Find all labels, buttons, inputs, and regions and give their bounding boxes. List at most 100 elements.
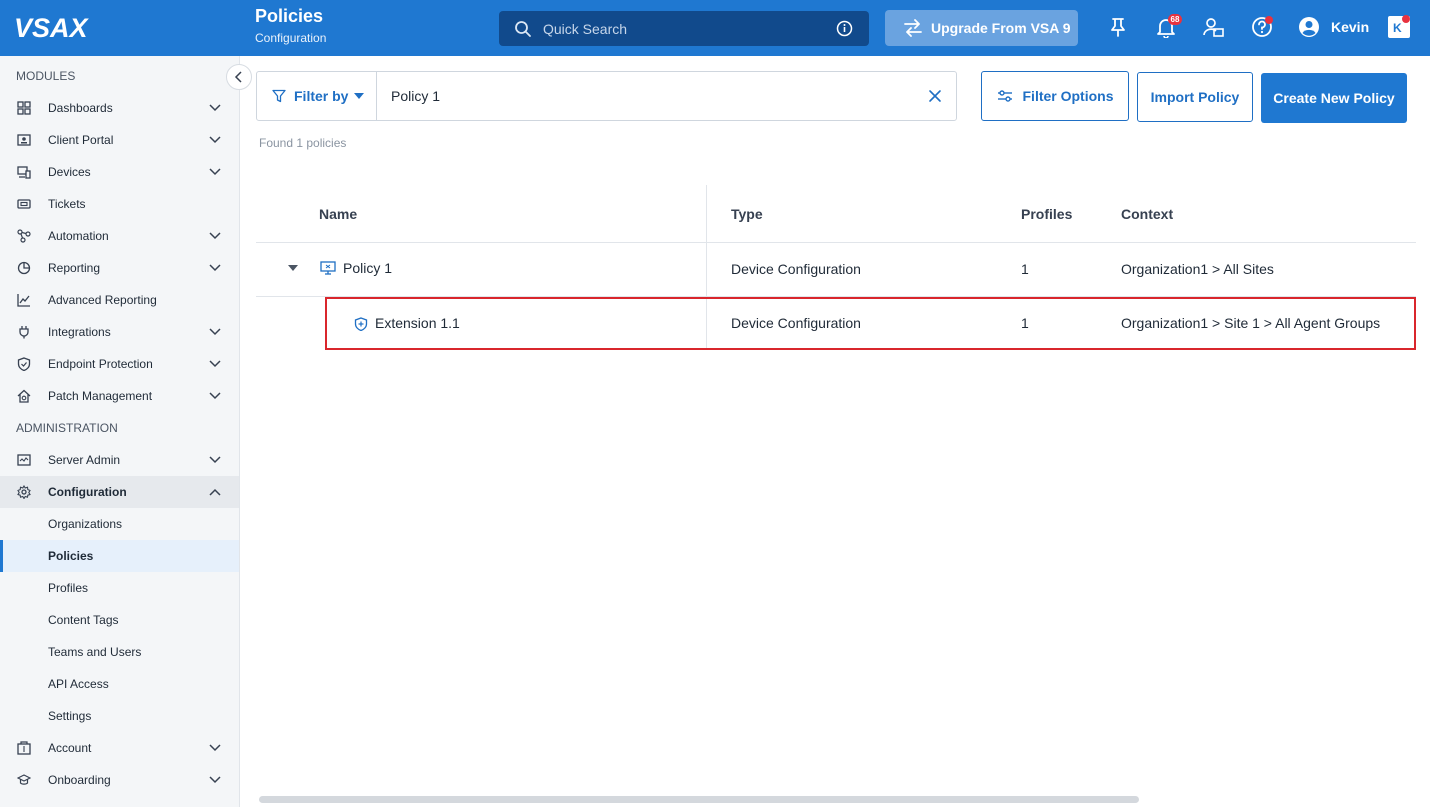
sidebar-item-devices[interactable]: Devices <box>0 156 239 188</box>
chart-icon <box>17 294 30 307</box>
quick-search[interactable] <box>499 11 869 46</box>
chevron-down-icon <box>209 136 221 144</box>
sidebar-item-configuration[interactable]: Configuration <box>0 476 239 508</box>
home-gear-icon <box>17 389 31 403</box>
chevron-down-icon <box>209 232 221 240</box>
upgrade-button[interactable]: Upgrade From VSA 9 <box>885 10 1078 46</box>
sidebar-subitem-teams-and-users[interactable]: Teams and Users <box>0 636 239 668</box>
monitor-icon <box>320 261 336 275</box>
funnel-icon <box>272 89 286 103</box>
page-title: Policies <box>255 6 324 26</box>
create-new-policy-button[interactable]: Create New Policy <box>1261 73 1407 123</box>
top-bar: VSAX Policies Configuration Upgrade From… <box>0 0 1430 56</box>
expand-caret-icon[interactable] <box>288 265 298 271</box>
column-header-type[interactable]: Type <box>731 206 763 222</box>
sidebar-item-tickets[interactable]: Tickets <box>0 188 239 220</box>
filter-options-label: Filter Options <box>1022 88 1114 104</box>
column-header-profiles[interactable]: Profiles <box>1021 206 1072 222</box>
sidebar-item-account[interactable]: Account <box>0 732 239 764</box>
sidebar-subitem-content-tags[interactable]: Content Tags <box>0 604 239 636</box>
sidebar-item-reporting[interactable]: Reporting <box>0 252 239 284</box>
sidebar-subitem-label: Organizations <box>48 517 123 531</box>
sidebar-item-label: Client Portal <box>48 133 114 147</box>
sidebar-collapse-button[interactable] <box>226 64 252 90</box>
user-name[interactable]: Kevin <box>1331 19 1369 35</box>
sidebar-subitem-organizations[interactable]: Organizations <box>0 508 239 540</box>
gear-icon <box>17 485 31 499</box>
sidebar-item-patch-management[interactable]: Patch Management <box>0 380 239 412</box>
filter-options-button[interactable]: Filter Options <box>981 71 1129 121</box>
chevron-down-icon <box>209 392 221 400</box>
user-avatar-icon[interactable] <box>1298 16 1320 38</box>
pin-icon[interactable] <box>1107 16 1129 38</box>
chevron-down-icon <box>209 776 221 784</box>
sidebar-item-label: Reporting <box>48 261 101 275</box>
sidebar-item-label: Onboarding <box>48 773 111 787</box>
modules-label: MODULES <box>16 69 76 83</box>
search-input[interactable] <box>543 18 823 40</box>
policy-profiles: 1 <box>1021 261 1029 277</box>
dashboard-icon <box>17 101 31 115</box>
sidebar-item-server-admin[interactable]: Server Admin <box>0 444 239 476</box>
sidebar-item-label: Server Admin <box>48 453 121 467</box>
close-icon[interactable] <box>928 89 942 103</box>
sidebar-subitem-profiles[interactable]: Profiles <box>0 572 239 604</box>
create-new-policy-label: Create New Policy <box>1273 90 1395 106</box>
vsax-logo[interactable]: VSAX <box>14 12 104 42</box>
page-subtitle: Configuration <box>255 31 327 45</box>
remote-support-icon[interactable] <box>1202 16 1224 38</box>
sidebar-item-label: Automation <box>48 229 109 243</box>
client-portal-icon <box>17 134 31 146</box>
column-header-context[interactable]: Context <box>1121 206 1173 222</box>
sidebar-item-label: Tickets <box>48 197 86 211</box>
sidebar-subitem-api-access[interactable]: API Access <box>0 668 239 700</box>
highlight-box <box>325 297 1416 350</box>
filter-by-dropdown[interactable]: Filter by <box>257 72 377 120</box>
chevron-down-icon <box>209 744 221 752</box>
devices-icon <box>17 166 31 179</box>
sidebar-item-advanced-reporting[interactable]: Advanced Reporting <box>0 284 239 316</box>
sidebar-item-label: Configuration <box>48 485 127 499</box>
chevron-down-icon <box>209 264 221 272</box>
policy-context: Organization1 > All Sites <box>1121 261 1274 277</box>
graduation-icon <box>17 774 31 785</box>
sidebar-item-automation[interactable]: Automation <box>0 220 239 252</box>
sidebar-item-dashboards[interactable]: Dashboards <box>0 92 239 124</box>
column-header-name[interactable]: Name <box>319 206 357 222</box>
sidebar-item-label: Endpoint Protection <box>48 357 153 371</box>
sidebar-item-label: Advanced Reporting <box>48 293 157 307</box>
sidebar-item-label: Patch Management <box>48 389 153 403</box>
upgrade-label: Upgrade From VSA 9 <box>931 20 1071 36</box>
reporting-icon <box>17 261 31 275</box>
policy-type: Device Configuration <box>731 261 861 277</box>
filter-input[interactable] <box>391 86 911 106</box>
help-alert-dot <box>1265 16 1273 24</box>
chevron-down-icon <box>209 456 221 464</box>
server-icon <box>17 454 31 466</box>
filter-by-label: Filter by <box>294 88 349 104</box>
import-policy-button[interactable]: Import Policy <box>1137 72 1253 122</box>
plug-icon <box>19 326 29 339</box>
info-icon[interactable] <box>836 20 853 37</box>
sidebar-item-client-portal[interactable]: Client Portal <box>0 124 239 156</box>
sidebar-subitem-settings[interactable]: Settings <box>0 700 239 732</box>
sidebar-item-endpoint-protection[interactable]: Endpoint Protection <box>0 348 239 380</box>
sidebar-subitem-label: Profiles <box>48 581 89 595</box>
filter-bar: Filter by <box>256 71 957 121</box>
chevron-down-icon <box>209 360 221 368</box>
sidebar-subitem-policies[interactable]: Policies <box>0 540 239 572</box>
sidebar-item-integrations[interactable]: Integrations <box>0 316 239 348</box>
chevron-left-icon <box>234 71 242 83</box>
horizontal-scrollbar[interactable] <box>259 796 1139 803</box>
policy-name[interactable]: Policy 1 <box>343 260 392 276</box>
sidebar-item-label: Account <box>48 741 92 755</box>
automation-icon <box>17 229 31 243</box>
sidebar: MODULES Dashboards Client Portal Devices… <box>0 56 240 807</box>
chevron-up-icon <box>209 488 221 496</box>
sidebar-item-label: Dashboards <box>48 101 113 115</box>
chevron-down-icon <box>209 168 221 176</box>
account-icon <box>17 741 31 755</box>
sidebar-item-label: Integrations <box>48 325 111 339</box>
sidebar-subitem-label: API Access <box>48 677 109 691</box>
sidebar-item-onboarding[interactable]: Onboarding <box>0 764 239 796</box>
